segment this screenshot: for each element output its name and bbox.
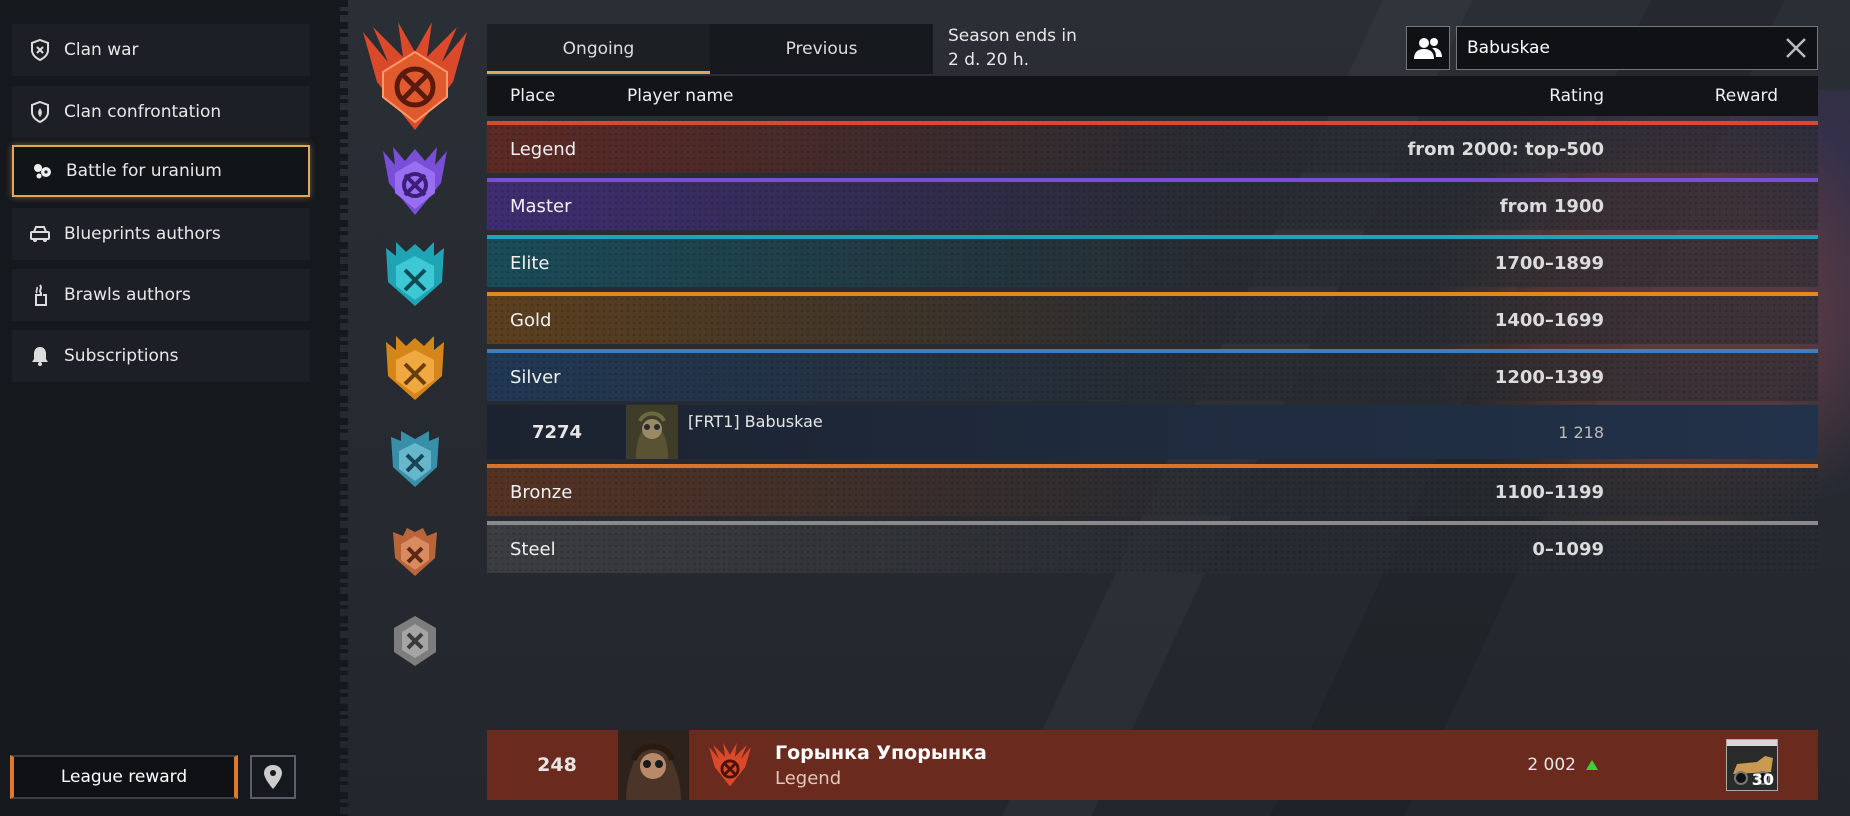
silver-badge-icon <box>385 425 445 489</box>
player-search <box>1456 26 1818 70</box>
current-player-name: Горынка Упорынка <box>775 742 987 764</box>
tier-range: 1200–1399 <box>1494 366 1604 388</box>
sidebar-item-label: Clan war <box>64 40 139 60</box>
steel-badge-icon <box>388 612 442 670</box>
tier-row-gold[interactable]: Gold 1400–1699 <box>487 292 1818 344</box>
rating-up-arrow-icon <box>1586 760 1598 770</box>
sidebar-item-label: Battle for uranium <box>66 161 222 181</box>
sidebar-torn-edge <box>336 0 348 816</box>
avatar <box>618 730 689 800</box>
rating-table: Place Player name Rating Reward Legend f… <box>487 76 1818 573</box>
uranium-icon <box>30 159 54 183</box>
player-place: 7274 <box>531 421 583 443</box>
sidebar: Clan war Clan confrontation Battle for u… <box>0 0 340 816</box>
current-player-place: 248 <box>537 754 577 776</box>
legend-badge-small-icon <box>705 740 755 794</box>
friends-filter-button[interactable] <box>1406 26 1450 70</box>
column-header-player-name: Player name <box>627 86 734 106</box>
sidebar-item-brawls-authors[interactable]: Brawls authors <box>12 269 310 321</box>
tier-row-elite[interactable]: Elite 1700–1899 <box>487 235 1818 287</box>
sidebar-item-label: Subscriptions <box>64 346 179 366</box>
sidebar-item-subscriptions[interactable]: Subscriptions <box>12 330 310 382</box>
player-name: [FRT1] Babuskae <box>688 412 823 431</box>
avatar <box>626 405 678 459</box>
master-badge-icon <box>379 145 451 217</box>
friends-icon <box>1414 38 1442 59</box>
tier-name: Silver <box>510 366 561 388</box>
tier-name: Bronze <box>510 481 573 503</box>
tier-range: 1100–1199 <box>1494 481 1604 503</box>
clan-confrontation-shield-icon <box>28 100 52 124</box>
league-badges-column <box>350 20 480 760</box>
current-player-rating: 2 002 <box>1527 755 1576 775</box>
tier-name: Steel <box>510 538 556 560</box>
clan-war-shield-icon <box>28 38 52 62</box>
tab-previous[interactable]: Previous <box>710 24 933 74</box>
search-input[interactable] <box>1467 38 1767 58</box>
season-timer: Season ends in 2 d. 20 h. <box>948 24 1077 72</box>
sidebar-item-battle-for-uranium[interactable]: Battle for uranium <box>12 145 310 197</box>
sidebar-item-label: Blueprints authors <box>64 224 221 244</box>
sidebar-item-clan-war[interactable]: Clan war <box>12 24 310 76</box>
sidebar-item-clan-confrontation[interactable]: Clan confrontation <box>12 86 310 138</box>
tier-name: Legend <box>510 138 577 160</box>
fire-hand-icon <box>28 283 52 307</box>
tier-row-silver[interactable]: Silver 1200–1399 <box>487 349 1818 401</box>
bell-icon <box>28 344 52 368</box>
tier-row-bronze[interactable]: Bronze 1100–1199 <box>487 464 1818 516</box>
clear-search-icon[interactable] <box>1783 35 1809 61</box>
sidebar-item-blueprints-authors[interactable]: Blueprints authors <box>12 208 310 260</box>
tier-name: Elite <box>510 252 550 274</box>
tier-row-legend[interactable]: Legend from 2000: top-500 <box>487 121 1818 173</box>
reward-count: 30 <box>1751 770 1774 789</box>
current-player-league: Legend <box>775 768 842 789</box>
current-player-row[interactable]: 248 Горынка Упорынка Legend 2 002 30 <box>487 730 1818 800</box>
tier-range: 1700–1899 <box>1494 252 1604 274</box>
tier-range: 0–1099 <box>1532 538 1604 560</box>
tab-ongoing[interactable]: Ongoing <box>487 24 710 74</box>
elite-badge-icon <box>382 238 448 308</box>
period-tabs: Ongoing Previous <box>487 24 933 74</box>
column-header-rating: Rating <box>1549 86 1604 106</box>
season-ends-label: Season ends in <box>948 26 1077 46</box>
sidebar-item-label: Clan confrontation <box>64 102 222 122</box>
tier-row-master[interactable]: Master from 1900 <box>487 178 1818 230</box>
season-remaining-time: 2 d. 20 h. <box>948 50 1030 70</box>
reward-item[interactable]: 30 <box>1726 739 1778 791</box>
tier-range: from 1900 <box>1499 195 1604 217</box>
column-header-reward: Reward <box>1714 86 1778 106</box>
car-icon <box>28 222 52 246</box>
tier-row-steel[interactable]: Steel 0–1099 <box>487 521 1818 573</box>
location-pin-button[interactable] <box>250 755 296 799</box>
tier-name: Gold <box>510 309 552 331</box>
table-row[interactable]: 7274 [FRT1] Babuskae 1 218 <box>487 405 1818 459</box>
table-header: Place Player name Rating Reward <box>487 76 1818 116</box>
column-header-place: Place <box>510 86 556 106</box>
tier-name: Master <box>510 195 572 217</box>
location-pin-icon <box>264 765 282 789</box>
player-rating: 1 218 <box>1558 422 1604 442</box>
gold-badge-icon <box>382 332 448 402</box>
bronze-badge-icon <box>387 520 443 578</box>
sidebar-item-label: Brawls authors <box>64 285 191 305</box>
legend-badge-icon <box>353 22 477 132</box>
tier-range: from 2000: top-500 <box>1407 138 1604 160</box>
league-reward-button[interactable]: League reward <box>10 755 238 799</box>
tier-range: 1400–1699 <box>1494 309 1604 331</box>
